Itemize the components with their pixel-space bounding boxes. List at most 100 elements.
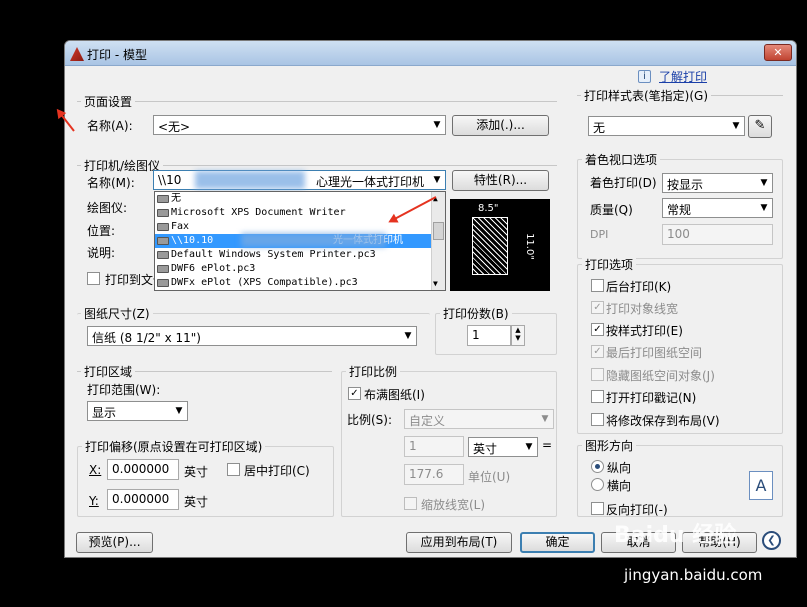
scale-combo[interactable]: 自定义 ▼ [404,409,554,429]
plot-lineweights-checkbox[interactable]: ✓ [591,301,604,314]
baidu-watermark: Baidu 经验 [614,523,737,548]
plot-stamp-checkbox[interactable] [591,390,604,403]
scale-label: 比例(S): [347,413,393,427]
page-setup-name-combo[interactable]: <无> ▼ [153,115,446,135]
dpi-input[interactable]: 100 [662,224,773,245]
page-setup-name-label: 名称(A): [87,119,133,133]
print-to-file-checkbox[interactable] [87,272,100,285]
scale-unit-combo[interactable]: 英寸 ▼ [468,437,538,457]
quality-combo[interactable]: 常规 ▼ [662,198,773,218]
x-offset-unit: 英寸 [184,465,209,479]
plot-with-styles-checkbox[interactable]: ✓ [591,323,604,336]
printer-icon [157,209,169,217]
fit-to-paper-checkbox[interactable]: ✓ [348,387,361,400]
plot-range-value: 显示 [92,406,117,420]
title-bar[interactable]: 打印 - 模型 ✕ [65,41,796,66]
plot-range-label: 打印范围(W): [87,383,161,397]
shade-plot-value: 按显示 [667,178,704,192]
background-plot-checkbox[interactable] [591,279,604,292]
paper-shape [472,217,508,275]
plot-options-label: 打印选项 [582,256,637,273]
y-offset-input[interactable]: 0.000000 [107,489,179,510]
plot-scale-label: 打印比例 [346,363,401,380]
printer-icon [157,195,169,203]
paper-size-combo[interactable]: 信纸 (8 1/2" x 11") ▼ [87,326,417,346]
dropdown-item-default-windows[interactable]: Default Windows System Printer.pc3 [155,248,432,262]
portrait-radio[interactable] [591,460,604,473]
ok-button[interactable]: 确定 [520,532,595,553]
copies-input[interactable]: 1 [467,325,511,346]
hide-paperspace-objects-checkbox[interactable] [591,368,604,381]
y-offset-label: Y: [89,494,99,508]
copies-spinner[interactable]: ▲ ▼ [511,325,525,346]
edit-style-icon[interactable]: ✎ [748,115,772,138]
apply-to-layout-button[interactable]: 应用到布局(T) [406,532,512,553]
shaded-viewport-label: 着色视口选项 [582,151,661,168]
scale-lineweights-checkbox[interactable] [404,497,417,510]
autocad-app-icon [70,47,84,61]
y-offset-unit: 英寸 [184,495,209,509]
add-page-setup-button[interactable]: 添加(.)... [452,115,549,136]
page-setup-name-value: <无> [158,120,191,134]
plot-dialog: 打印 - 模型 ✕ i 了解打印 页面设置 名称(A): <无> ▼ 添加(.)… [64,40,797,558]
dropdown-scrollbar[interactable]: ▲ ▼ [431,192,445,290]
quality-label: 质量(Q) [590,203,633,217]
plot-style-table-combo[interactable]: 无 ▼ [588,116,745,136]
preview-button[interactable]: 预览(P)... [76,532,153,553]
expand-collapse-icon[interactable]: ❮ [762,531,781,550]
scroll-down-icon[interactable]: ▼ [433,279,438,288]
page-setup-group: 页面设置 [77,93,557,110]
redaction-blur [195,171,305,189]
shade-plot-combo[interactable]: 按显示 ▼ [662,173,773,193]
paperspace-last-checkbox[interactable]: ✓ [591,345,604,358]
center-plot-label: 居中打印(C) [244,464,310,478]
chevron-down-icon: ▼ [433,120,441,130]
redaction-blur [241,233,386,247]
landscape-radio[interactable] [591,478,604,491]
scale-paper-units-input[interactable]: 1 [404,436,464,457]
paper-size-value: 信纸 (8 1/2" x 11") [92,331,201,345]
plotter-properties-button[interactable]: 特性(R)... [452,170,549,191]
chevron-down-icon: ▼ [525,442,533,452]
scroll-thumb[interactable] [433,222,444,240]
scale-unit-value: 英寸 [473,442,498,456]
portrait-label: 纵向 [607,461,632,475]
fit-to-paper-label: 布满图纸(I) [364,388,425,402]
dropdown-item-dwfx[interactable]: DWFx ePlot (XPS Compatible).pc3 [155,276,432,290]
window-title: 打印 - 模型 [87,48,147,62]
baidu-watermark-url: jingyan.baidu.com [624,566,763,584]
close-button[interactable]: ✕ [764,44,792,61]
page-setup-label: 页面设置 [81,93,136,110]
chevron-down-icon: ▼ [732,121,740,131]
help-link[interactable]: 了解打印 [659,68,707,85]
plotter-description-label: 说明: [87,246,116,260]
x-offset-input[interactable]: 0.000000 [107,459,179,480]
plotter-name-label: 名称(M): [87,176,135,190]
save-to-layout-checkbox[interactable] [591,413,604,426]
landscape-label: 横向 [607,479,632,493]
plotter-type-label: 绘图仪: [87,201,128,215]
scale-drawing-units-input[interactable]: 177.6 [404,464,464,485]
dropdown-item-dwf6[interactable]: DWF6 ePlot.pc3 [155,262,432,276]
plot-area-group: 打印区域 [77,363,332,380]
plot-offset-label: 打印偏移(原点设置在可打印区域) [82,438,266,455]
drawing-units-label: 单位(U) [468,470,511,484]
printer-icon [157,251,169,259]
orientation-label: 图形方向 [582,437,637,454]
scale-lineweights-label: 缩放线宽(L) [421,498,486,512]
plot-range-combo[interactable]: 显示 ▼ [87,401,188,421]
chevron-down-icon: ▼ [404,331,412,341]
printer-icon [157,237,169,245]
center-plot-checkbox[interactable] [227,463,240,476]
spin-down-icon[interactable]: ▼ [512,334,524,342]
paper-width-label: 8.5" [478,203,499,214]
save-to-layout-label: 将修改保存到布局(V) [606,414,720,428]
plotter-name-suffix: 心理光一体式打印机 [316,175,425,189]
spin-up-icon[interactable]: ▲ [512,326,524,334]
hide-paperspace-objects-label: 隐藏图纸空间对象(J) [606,369,715,383]
scale-value: 自定义 [409,414,446,428]
plot-upside-down-checkbox[interactable] [591,502,604,515]
dropdown-item-none[interactable]: 无 [155,192,432,206]
paperspace-last-label: 最后打印图纸空间 [606,346,703,360]
x-offset-label: X: [89,463,102,477]
